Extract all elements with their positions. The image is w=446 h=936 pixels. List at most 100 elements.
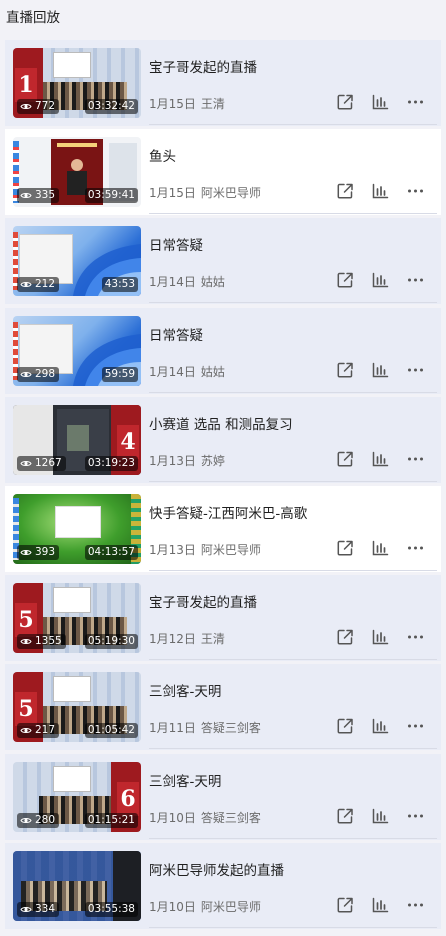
video-thumbnail[interactable]: 334 03:55:38 <box>13 850 141 921</box>
view-count: 298 <box>17 366 60 382</box>
replay-title[interactable]: 小赛道 选品 和测品复习 <box>149 413 293 433</box>
replay-item[interactable]: 4 1267 03:19:23 小赛道 选品 和测品复习 1月13日 苏婷 <box>5 396 441 483</box>
video-duration: 01:15:21 <box>84 812 138 828</box>
video-thumbnail[interactable]: 1 772 03:32:42 <box>13 48 141 118</box>
view-count-value: 393 <box>35 546 56 558</box>
replay-date: 1月15日 <box>149 186 196 201</box>
external-link-icon[interactable] <box>336 717 355 735</box>
replay-item[interactable]: 1 772 03:32:42 宝子哥发起的直播 1月15日 王清 <box>5 40 441 126</box>
external-link-icon[interactable] <box>336 361 355 379</box>
video-duration: 03:59:41 <box>84 188 138 204</box>
replay-title[interactable]: 宝子哥发起的直播 <box>149 56 257 76</box>
replay-date: 1月13日 <box>149 453 196 468</box>
replay-item[interactable]: 298 59:59 日常答疑 1月14日 姑姑 <box>5 307 441 394</box>
external-link-icon[interactable] <box>336 539 355 557</box>
eye-icon <box>20 817 32 823</box>
more-dots-icon[interactable] <box>406 628 425 646</box>
more-dots-icon[interactable] <box>406 450 425 468</box>
replay-meta: 1月13日 苏婷 <box>149 452 225 469</box>
replay-item[interactable]: 5 1355 05:19:30 宝子哥发起的直播 1月12日 王清 <box>5 575 441 662</box>
replay-item[interactable]: 6 280 01:15:21 三剑客-天明 1月10日 答疑三剑客 <box>5 753 441 840</box>
replay-meta: 1月15日 阿米巴导师 <box>149 184 261 201</box>
item-actions <box>336 93 425 111</box>
page-title: 直播回放 <box>6 10 60 26</box>
replay-title[interactable]: 日常答疑 <box>149 324 203 344</box>
bar-chart-icon[interactable] <box>371 361 390 379</box>
divider <box>149 213 437 215</box>
external-link-icon[interactable] <box>336 807 355 825</box>
bar-chart-icon[interactable] <box>371 807 390 825</box>
replay-author: 姑姑 <box>200 364 225 379</box>
item-actions <box>336 450 425 468</box>
more-dots-icon[interactable] <box>406 271 425 289</box>
episode-number-badge: 5 <box>15 603 37 638</box>
replay-title[interactable]: 三剑客-天明 <box>149 770 221 790</box>
bar-chart-icon[interactable] <box>371 539 390 557</box>
bar-chart-icon[interactable] <box>371 271 390 289</box>
video-thumbnail[interactable]: 335 03:59:41 <box>13 137 141 208</box>
eye-icon <box>20 371 32 377</box>
video-thumbnail[interactable]: 5 217 01:05:42 <box>13 672 141 743</box>
eye-icon <box>20 103 32 110</box>
replay-date: 1月13日 <box>149 543 196 557</box>
video-duration: 04:13:57 <box>84 545 138 560</box>
external-link-icon[interactable] <box>336 93 355 111</box>
replay-item[interactable]: 335 03:59:41 鱼头 1月15日 阿米巴导师 <box>5 129 441 216</box>
more-dots-icon[interactable] <box>406 93 425 111</box>
item-actions <box>336 182 425 200</box>
external-link-icon[interactable] <box>336 271 355 289</box>
episode-number-badge: 4 <box>117 424 139 459</box>
item-actions <box>336 361 425 379</box>
bar-chart-icon[interactable] <box>371 896 390 914</box>
replay-title[interactable]: 阿米巴导师发起的直播 <box>149 859 284 879</box>
replay-meta: 1月14日 姑姑 <box>149 363 225 380</box>
more-dots-icon[interactable] <box>406 361 425 379</box>
replay-title[interactable]: 快手答疑-江西阿米巴-高歌 <box>149 502 307 522</box>
external-link-icon[interactable] <box>336 450 355 468</box>
view-count-value: 298 <box>35 367 56 380</box>
view-count: 393 <box>17 545 60 560</box>
replay-item[interactable]: 5 217 01:05:42 三剑客-天明 1月11日 答疑三剑客 <box>5 664 441 751</box>
video-thumbnail[interactable]: 6 280 01:15:21 <box>13 761 141 832</box>
replay-item[interactable]: 393 04:13:57 快手答疑-江西阿米巴-高歌 1月13日 阿米巴导师 <box>5 486 441 572</box>
video-thumbnail[interactable]: 5 1355 05:19:30 <box>13 583 141 654</box>
video-thumbnail[interactable]: 4 1267 03:19:23 <box>13 404 141 475</box>
more-dots-icon[interactable] <box>406 182 425 200</box>
replay-title[interactable]: 宝子哥发起的直播 <box>149 591 257 611</box>
replay-title[interactable]: 日常答疑 <box>149 234 203 254</box>
view-count-value: 334 <box>35 902 56 915</box>
external-link-icon[interactable] <box>336 896 355 914</box>
more-dots-icon[interactable] <box>406 539 425 557</box>
divider <box>149 748 437 750</box>
replay-item[interactable]: 334 03:55:38 阿米巴导师发起的直播 1月10日 阿米巴导师 <box>5 842 441 929</box>
replay-title[interactable]: 三剑客-天明 <box>149 680 221 700</box>
eye-icon <box>20 460 32 466</box>
replay-item[interactable]: 212 43:53 日常答疑 1月14日 姑姑 <box>5 218 441 305</box>
more-dots-icon[interactable] <box>406 896 425 914</box>
bar-chart-icon[interactable] <box>371 93 390 111</box>
bar-chart-icon[interactable] <box>371 717 390 735</box>
replay-meta: 1月15日 王清 <box>149 95 225 112</box>
item-actions <box>336 807 425 825</box>
external-link-icon[interactable] <box>336 182 355 200</box>
replay-author: 阿米巴导师 <box>200 186 261 201</box>
more-dots-icon[interactable] <box>406 807 425 825</box>
bar-chart-icon[interactable] <box>371 628 390 646</box>
video-thumbnail[interactable]: 212 43:53 <box>13 226 141 297</box>
video-thumbnail[interactable]: 393 04:13:57 <box>13 494 141 564</box>
video-duration: 03:55:38 <box>84 901 138 917</box>
replay-date: 1月10日 <box>149 810 196 825</box>
view-count-value: 1355 <box>35 635 62 648</box>
replay-title[interactable]: 鱼头 <box>149 145 176 165</box>
more-dots-icon[interactable] <box>406 717 425 735</box>
bar-chart-icon[interactable] <box>371 450 390 468</box>
replay-author: 姑姑 <box>200 275 225 290</box>
eye-icon <box>20 906 32 912</box>
view-count: 335 <box>17 188 60 204</box>
video-thumbnail[interactable]: 298 59:59 <box>13 315 141 386</box>
replay-date: 1月11日 <box>149 721 196 736</box>
replay-meta: 1月11日 答疑三剑客 <box>149 719 261 736</box>
replay-meta: 1月10日 答疑三剑客 <box>149 809 261 826</box>
bar-chart-icon[interactable] <box>371 182 390 200</box>
external-link-icon[interactable] <box>336 628 355 646</box>
